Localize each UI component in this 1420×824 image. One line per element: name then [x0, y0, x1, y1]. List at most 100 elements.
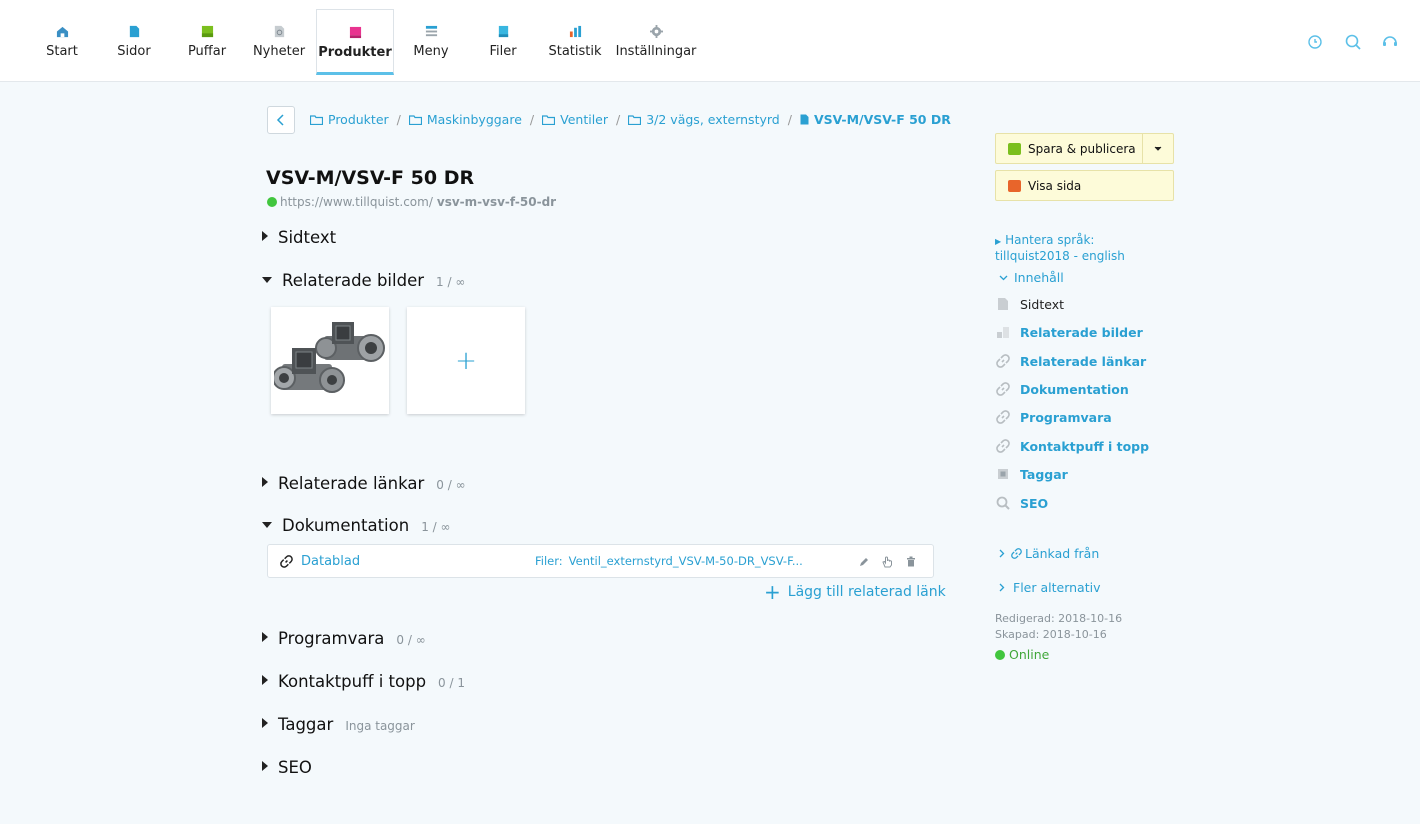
- documentation-files[interactable]: Filer: Ventil_externstyrd_VSV-M-50-DR_VSV…: [535, 554, 803, 568]
- linked-from-toggle[interactable]: Länkad från: [999, 546, 1099, 561]
- puff-icon: [201, 25, 213, 38]
- save-publish-button[interactable]: Spara & publicera: [995, 133, 1174, 164]
- plus-icon: +: [455, 345, 477, 376]
- created-date: Skapad: 2018-10-16: [995, 628, 1107, 641]
- link-icon: [996, 382, 1010, 396]
- product-icon: [349, 26, 361, 39]
- back-button[interactable]: [267, 106, 295, 134]
- documentation-link[interactable]: Datablad: [301, 554, 360, 569]
- breadcrumb-separator: /: [787, 112, 792, 127]
- content-group-toggle[interactable]: Innehåll: [999, 270, 1064, 285]
- breadcrumb-current[interactable]: VSV-M/VSV-F 50 DR: [800, 112, 951, 127]
- nav-meny[interactable]: Meny: [410, 9, 452, 75]
- valve-image: [274, 321, 385, 393]
- chevron-right-icon: [999, 583, 1005, 592]
- plus-icon: +: [764, 580, 781, 604]
- online-status-dot: [267, 197, 277, 207]
- breadcrumb-item[interactable]: 3/2 vägs, externstyrd: [628, 112, 780, 127]
- nav-statistik[interactable]: Statistik: [548, 9, 602, 75]
- nav-sidor[interactable]: Sidor: [112, 9, 156, 75]
- sidebar-item-kontaktpuff[interactable]: Kontaktpuff i topp: [996, 437, 1149, 455]
- section-taggar[interactable]: Taggar Inga taggar: [262, 715, 415, 734]
- nav-start[interactable]: Start: [40, 9, 84, 75]
- caret-down-icon: [262, 277, 272, 283]
- house-icon: [56, 26, 68, 38]
- sidebar-item-relaterade-lankar[interactable]: Relaterade länkar: [996, 352, 1146, 370]
- caret-down-icon: [262, 522, 272, 528]
- sidebar-item-sidtext[interactable]: Sidtext: [996, 295, 1064, 313]
- section-relaterade-bilder[interactable]: Relaterade bilder 1 / ∞: [262, 271, 465, 290]
- nav-puffar[interactable]: Puffar: [184, 9, 230, 75]
- search-icon[interactable]: [1345, 34, 1361, 50]
- nav-installningar[interactable]: Inställningar: [616, 9, 696, 75]
- tag-icon: [998, 469, 1008, 479]
- chevron-down-icon[interactable]: [1154, 146, 1162, 152]
- edited-date: Redigerad: 2018-10-16: [995, 612, 1123, 625]
- caret-right-icon: [262, 477, 268, 487]
- caret-right-icon: ▶: [995, 237, 1002, 246]
- link-icon: [996, 410, 1010, 424]
- section-relaterade-lankar[interactable]: Relaterade länkar 0 / ∞: [262, 474, 466, 493]
- caret-right-icon: [262, 761, 268, 771]
- image-icon: [997, 327, 1009, 338]
- section-kontaktpuff[interactable]: Kontaktpuff i topp 0 / 1: [262, 672, 465, 691]
- section-programvara[interactable]: Programvara 0 / ∞: [262, 629, 426, 648]
- sidebar-item-dokumentation[interactable]: Dokumentation: [996, 380, 1129, 398]
- link-icon: [996, 439, 1010, 453]
- language-toggle[interactable]: ▶ Hantera språk: tillquist2018 - english: [995, 233, 1170, 264]
- drag-hand-icon[interactable]: [882, 556, 893, 568]
- breadcrumb-separator: /: [396, 112, 401, 127]
- more-options-toggle[interactable]: Fler alternativ: [999, 580, 1100, 595]
- caret-right-icon: [262, 675, 268, 685]
- trash-icon[interactable]: [906, 556, 916, 567]
- breadcrumb-separator: /: [616, 112, 621, 127]
- status-badge: Online: [995, 647, 1049, 662]
- nav-produkter[interactable]: Produkter: [316, 9, 394, 75]
- link-icon: [996, 354, 1010, 368]
- caret-right-icon: [262, 632, 268, 642]
- breadcrumb-separator: /: [529, 112, 535, 127]
- caret-right-icon: [262, 231, 268, 241]
- product-image-thumbnail[interactable]: [271, 307, 389, 414]
- add-image-button[interactable]: +: [407, 307, 525, 414]
- chevron-down-icon: [999, 275, 1008, 280]
- page-url[interactable]: https://www.tillquist.com/ vsv-m-vsv-f-5…: [267, 195, 556, 209]
- preview-icon: [1008, 180, 1021, 192]
- chevron-left-icon: [276, 114, 284, 126]
- page-icon: [800, 114, 809, 125]
- menu-icon: [425, 25, 437, 37]
- support-icon[interactable]: [1382, 34, 1398, 50]
- folder-icon: [542, 114, 556, 125]
- stats-icon: [569, 25, 581, 38]
- sidebar-item-seo[interactable]: SEO: [996, 494, 1048, 512]
- documentation-row: Datablad Filer: Ventil_externstyrd_VSV-M-…: [267, 544, 934, 578]
- document-icon: [998, 298, 1008, 310]
- search-icon: [996, 496, 1010, 510]
- section-seo[interactable]: SEO: [262, 758, 312, 777]
- top-navigation: Start Sidor Puffar Nyheter Produkter Men…: [0, 0, 1420, 82]
- clock-icon[interactable]: [1307, 34, 1323, 50]
- breadcrumb-item[interactable]: Ventiler: [542, 112, 608, 127]
- nav-nyheter[interactable]: Nyheter: [253, 9, 305, 75]
- add-related-link-button[interactable]: + Lägg till relaterad länk: [764, 582, 946, 602]
- section-sidtext[interactable]: Sidtext: [262, 228, 336, 247]
- breadcrumb-item[interactable]: Maskinbyggare: [408, 112, 522, 127]
- folder-icon: [628, 114, 642, 125]
- caret-right-icon: [262, 718, 268, 728]
- upload-icon: [1008, 143, 1021, 155]
- online-status-dot: [995, 649, 1005, 660]
- edit-icon[interactable]: [859, 557, 869, 567]
- breadcrumb: Produkter / Maskinbyggare / Ventiler / 3…: [310, 112, 951, 127]
- file-icon: [498, 25, 508, 38]
- sidebar-item-programvara[interactable]: Programvara: [996, 408, 1112, 426]
- chevron-right-icon: [999, 549, 1005, 558]
- view-page-button[interactable]: Visa sida: [995, 170, 1174, 201]
- nav-filer[interactable]: Filer: [484, 9, 522, 75]
- folder-icon: [408, 114, 422, 125]
- link-icon: [1011, 548, 1022, 559]
- section-dokumentation[interactable]: Dokumentation 1 / ∞: [262, 516, 451, 535]
- sidebar-item-relaterade-bilder[interactable]: Relaterade bilder: [996, 323, 1143, 341]
- sidebar-item-taggar[interactable]: Taggar: [996, 465, 1068, 483]
- folder-icon: [310, 114, 323, 125]
- breadcrumb-item[interactable]: Produkter: [310, 112, 389, 127]
